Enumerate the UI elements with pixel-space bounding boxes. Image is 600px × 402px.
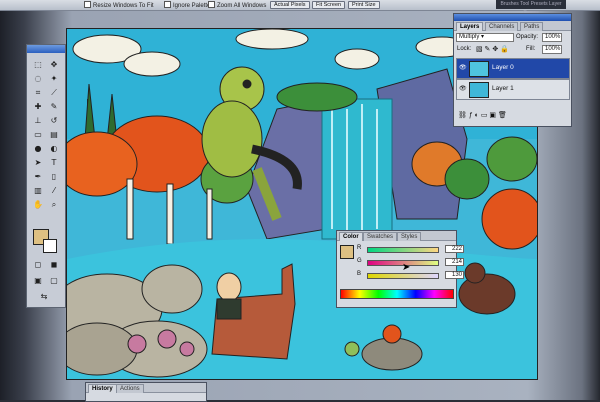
tab-layers[interactable]: Layers [456,22,484,31]
ignore-palettes-option[interactable]: Ignore Palettes [164,1,213,9]
zoom-all-windows-option[interactable]: Zoom All Windows [208,1,266,9]
tab-actions[interactable]: Actions [116,384,144,393]
blur-icon[interactable]: ● [31,143,45,154]
path-selection-icon[interactable]: ➤ [31,157,45,168]
screen-mode-icon[interactable]: ▣ [31,275,45,286]
checkbox-icon[interactable] [208,1,215,8]
blend-mode-value: Multiply [459,34,480,40]
lock-label: Lock: [457,46,472,52]
g-value-field[interactable]: 214 [445,258,464,266]
full-screen-mode-icon[interactable]: ▢ [47,275,61,286]
visibility-eye-icon[interactable]: 👁 [459,65,467,71]
layer-row-1[interactable]: 👁 Layer 1 [456,79,570,100]
standard-mode-icon[interactable]: ◼ [47,259,61,270]
checkbox-icon[interactable] [84,1,91,8]
history-panel-tabs: History Actions [86,383,206,393]
color-panel-tabs: Color Swatches Styles [337,231,456,241]
healing-brush-icon[interactable]: ✚ [31,101,45,112]
resize-windows-option[interactable]: Resize Windows To Fit [84,1,154,9]
zoom-icon[interactable]: ⌕ [47,199,61,210]
tab-styles[interactable]: Styles [397,232,422,241]
options-bar: Resize Windows To Fit Ignore Palettes Zo… [0,0,600,16]
slice-icon[interactable]: ⟋ [47,87,61,98]
tools-palette: ⬚ ✥ ◌ ✦ ⌗ ⟋ ✚ ✎ ⊥ ↺ ▭ ▤ ● ◐ ➤ T ✒ ▯ ▥ ⁄ … [26,44,66,308]
background-color-swatch[interactable] [43,239,57,253]
lasso-icon[interactable]: ◌ [31,73,45,84]
jump-to-imageready-icon[interactable]: ⇆ [37,291,51,302]
tab-swatches[interactable]: Swatches [363,232,398,241]
layer-thumbnail [469,61,489,77]
checkbox-icon[interactable] [164,1,171,8]
layer-row-0[interactable]: 👁 Layer 0 [456,58,570,79]
history-panel: History Actions [85,382,207,402]
hand-icon[interactable]: ✋ [31,199,45,210]
palette-well[interactable]: Brushes Tool Presets Layer Comps [496,0,566,16]
layer-name: Layer 0 [492,64,514,71]
notes-icon[interactable]: ▥ [31,185,45,196]
quick-mask-icon[interactable]: ◻ [31,259,45,270]
tab-channels[interactable]: Channels [485,22,519,31]
blend-mode-select[interactable]: Multiply ▾ [456,33,514,42]
layers-panel: Layers Channels Paths Multiply ▾ Opacity… [453,13,572,127]
b-value-field[interactable]: 130 [445,271,464,279]
fill-field[interactable]: 100% [542,45,562,54]
print-size-button[interactable]: Print Size [348,1,380,9]
tools-palette-titlebar[interactable] [27,45,65,53]
brush-icon[interactable]: ✎ [47,101,61,112]
opacity-field[interactable]: 100% [542,33,562,42]
shape-icon[interactable]: ▯ [47,171,61,182]
fill-label: Fill: [526,46,536,52]
move-icon[interactable]: ✥ [47,59,61,70]
channel-label: G [357,258,362,264]
magic-wand-icon[interactable]: ✦ [47,73,61,84]
color-foreground-swatch[interactable] [340,245,354,259]
mouse-pointer-icon: ➤ [402,262,411,273]
tab-color[interactable]: Color [339,232,363,241]
r-slider[interactable] [367,247,439,253]
color-row-r: R 222 [357,245,464,253]
zoom-all-windows-label: Zoom All Windows [217,3,267,9]
channel-label: B [357,271,362,277]
color-panel: Color Swatches Styles R 222 G 214 B 130 [336,230,464,308]
opacity-label: Opacity: [516,34,539,40]
color-ramp[interactable] [340,289,454,299]
visibility-eye-icon[interactable]: 👁 [459,86,467,92]
layer-thumbnail [469,82,489,98]
clone-stamp-icon[interactable]: ⊥ [31,115,45,126]
gradient-icon[interactable]: ▤ [47,129,61,140]
fit-screen-button[interactable]: Fit Screen [312,1,346,9]
history-brush-icon[interactable]: ↺ [47,115,61,126]
dodge-icon[interactable]: ◐ [47,143,61,154]
actual-pixels-button[interactable]: Actual Pixels [270,1,310,9]
r-value-field[interactable]: 222 [445,245,464,253]
tab-history[interactable]: History [88,384,117,393]
crop-icon[interactable]: ⌗ [31,87,45,98]
b-slider[interactable] [367,273,439,279]
layer-name: Layer 1 [492,85,514,92]
marquee-icon[interactable]: ⬚ [31,59,45,70]
resize-windows-label: Resize Windows To Fit [93,3,154,9]
eraser-icon[interactable]: ▭ [31,129,45,140]
eyedropper-icon[interactable]: ⁄ [47,185,61,196]
layers-panel-titlebar[interactable] [454,14,571,21]
layers-panel-tabs: Layers Channels Paths [454,21,571,31]
tab-paths[interactable]: Paths [520,22,544,31]
pen-icon[interactable]: ✒ [31,171,45,182]
channel-label: R [357,245,362,251]
lock-icons[interactable]: ▧ ✎ ✥ 🔒 [476,45,509,53]
layer-actions-icons[interactable]: ⛓ ƒ ◐ ▭ ▣ 🗑 [458,111,507,119]
type-icon[interactable]: T [47,157,61,168]
